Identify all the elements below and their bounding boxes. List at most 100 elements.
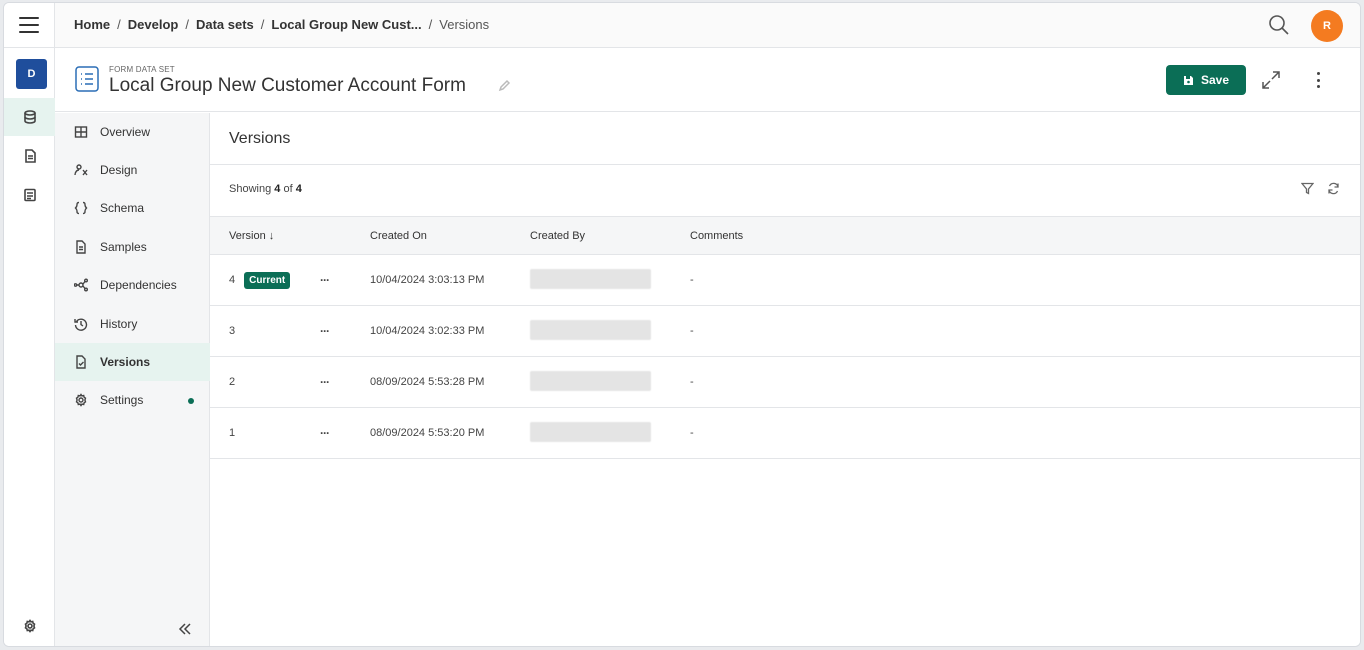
created-by-cell (530, 306, 690, 357)
save-icon (1183, 75, 1193, 85)
redacted-email (530, 421, 651, 442)
version-cell: 1 (210, 408, 302, 459)
expand-icon[interactable] (1260, 69, 1282, 91)
document-check-icon (74, 355, 88, 369)
breadcrumb-home[interactable]: Home (74, 17, 110, 32)
breadcrumb-dataset[interactable]: Local Group New Cust... (271, 17, 421, 32)
breadcrumb-separator: / (185, 17, 189, 32)
rail-item-settings[interactable] (4, 607, 55, 645)
sidebar-item-dependencies[interactable]: Dependencies (55, 266, 210, 304)
sidebar-item-label: Dependencies (100, 278, 177, 292)
edit-pencil-icon[interactable] (498, 79, 511, 92)
created-on-cell: 08/09/2024 5:53:20 PM (370, 427, 485, 439)
dataset-kind: FORM DATA SET (109, 65, 175, 74)
comments-cell: - (690, 325, 694, 337)
sidebar-item-label: History (100, 317, 138, 331)
created-on-cell: 10/04/2024 3:03:13 PM (370, 274, 485, 286)
table-header-row: Version ↓ Created On Created By Comments (210, 216, 1360, 255)
comments-cell: - (690, 376, 694, 388)
showing-total: 4 (295, 183, 302, 195)
created-by-cell (530, 408, 690, 459)
table-row[interactable]: 2 ··· 08/09/2024 5:53:28 PM - (210, 357, 1360, 408)
database-icon (23, 110, 36, 124)
side-nav: Overview Design Schema Samples Dependenc… (55, 113, 210, 646)
table-row[interactable]: 1 ··· 08/09/2024 5:53:20 PM - (210, 408, 1360, 459)
created-by-cell (530, 255, 690, 306)
sidebar-item-overview[interactable]: Overview (55, 113, 210, 151)
rail-divider (4, 47, 55, 48)
version-cell: 3 (210, 306, 302, 357)
gear-icon (24, 619, 35, 633)
sidebar-item-label: Design (100, 163, 138, 177)
sidebar-item-label: Samples (100, 240, 147, 254)
current-badge: Current (244, 271, 291, 289)
row-menu-icon[interactable]: ··· (302, 426, 330, 440)
save-button[interactable]: Save (1166, 65, 1246, 95)
redacted-email (530, 319, 651, 340)
breadcrumb-separator: / (117, 17, 121, 32)
rail-item-data-sets[interactable] (4, 98, 55, 136)
app-window: D Home / Develop / Data sets / Local Gro… (3, 2, 1361, 647)
gear-icon (74, 393, 88, 407)
rail-item-forms[interactable] (4, 176, 55, 214)
sidebar-item-versions[interactable]: Versions (55, 343, 210, 381)
version-number: 2 (229, 376, 236, 388)
redacted-email (530, 370, 651, 391)
sidebar-item-history[interactable]: History (55, 305, 210, 343)
version-number: 3 (229, 325, 236, 337)
design-icon (74, 163, 88, 177)
row-actions-cell: ··· (302, 255, 370, 306)
filter-icon[interactable] (1300, 182, 1315, 195)
document-icon (24, 149, 36, 163)
comments-cell: - (690, 427, 694, 439)
more-options-icon[interactable] (1313, 70, 1323, 90)
breadcrumb-current: Versions (439, 17, 490, 32)
collapse-sidebar-icon[interactable] (178, 622, 194, 636)
column-header-comments[interactable]: Comments (690, 217, 1360, 255)
version-number: 1 (229, 427, 236, 439)
showing-of: of (283, 183, 293, 195)
column-header-version[interactable]: Version ↓ (210, 217, 302, 255)
avatar[interactable]: R (1311, 10, 1343, 42)
document-icon (74, 240, 88, 254)
workspace-button[interactable]: D (16, 59, 47, 89)
column-header-created-by[interactable]: Created By (530, 217, 690, 255)
table-row[interactable]: 3 ··· 10/04/2024 3:02:33 PM - (210, 306, 1360, 357)
row-menu-icon[interactable]: ··· (302, 375, 330, 389)
showing-prefix: Showing (229, 183, 272, 195)
sidebar-item-schema[interactable]: Schema (55, 189, 210, 227)
redacted-email (530, 268, 651, 289)
breadcrumb-data-sets[interactable]: Data sets (196, 17, 254, 32)
version-number: 4 (229, 273, 236, 286)
versions-table: Version ↓ Created On Created By Comments… (210, 216, 1360, 459)
breadcrumb-develop[interactable]: Develop (128, 17, 179, 32)
search-icon[interactable] (1268, 14, 1290, 36)
sidebar-item-label: Overview (100, 125, 151, 139)
rail-item-documents[interactable] (4, 137, 55, 175)
column-header-actions (302, 217, 370, 255)
page-header: FORM DATA SET Local Group New Customer A… (55, 49, 1360, 112)
sidebar-item-settings[interactable]: Settings (55, 381, 210, 419)
row-menu-icon[interactable]: ··· (302, 324, 330, 338)
row-menu-icon[interactable]: ··· (302, 273, 330, 287)
column-header-created-on[interactable]: Created On (370, 217, 530, 255)
form-icon (23, 188, 36, 202)
page-title: Local Group New Customer Account Form (109, 75, 466, 96)
version-cell: 4 Current (210, 255, 302, 306)
created-by-cell (530, 357, 690, 408)
sidebar-item-design[interactable]: Design (55, 151, 210, 189)
table-row[interactable]: 4 Current ··· 10/04/2024 3:03:13 PM - (210, 255, 1360, 306)
row-actions-cell: ··· (302, 408, 370, 459)
showing-count: 4 (274, 183, 281, 195)
refresh-icon[interactable] (1327, 182, 1340, 195)
left-rail: D (4, 3, 55, 646)
status-dot (188, 398, 194, 404)
form-list-icon (75, 66, 99, 92)
section-title: Versions (229, 130, 291, 147)
hamburger-menu-icon[interactable] (19, 17, 39, 33)
history-icon (74, 317, 88, 331)
braces-icon (74, 201, 88, 215)
sidebar-item-samples[interactable]: Samples (55, 228, 210, 266)
save-label: Save (1200, 73, 1230, 87)
version-cell: 2 (210, 357, 302, 408)
